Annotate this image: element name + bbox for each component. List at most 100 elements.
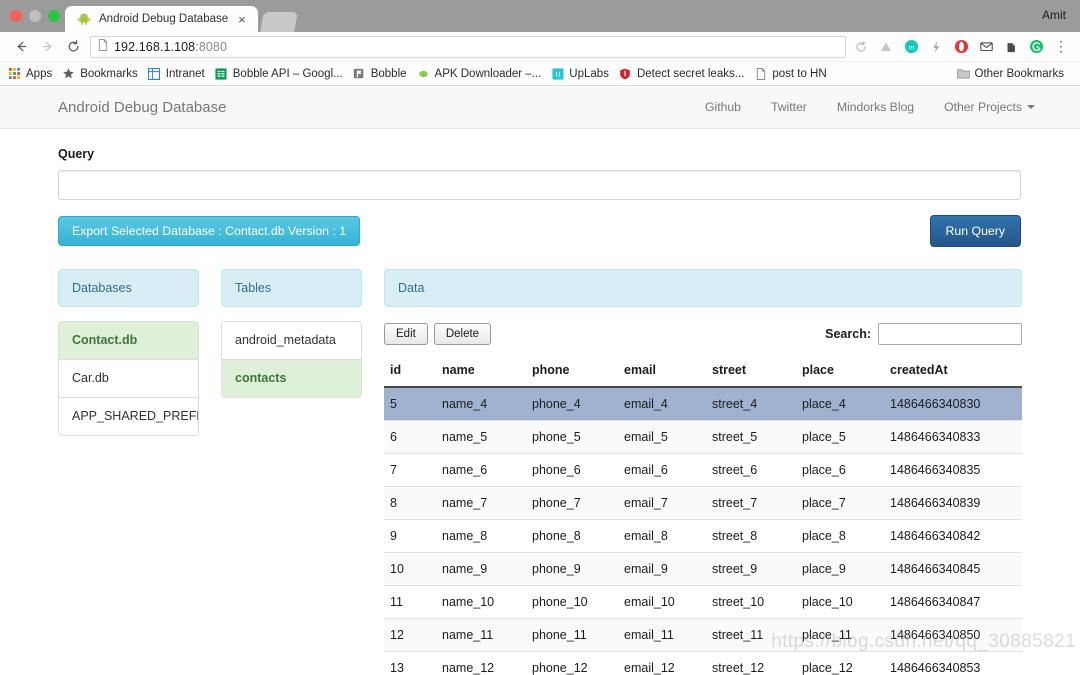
mail-icon[interactable] — [978, 39, 994, 55]
table-row[interactable]: 10 name_9 phone_9 email_9 street_9 place… — [384, 552, 1022, 586]
cell-id: 12 — [384, 618, 436, 652]
table-row[interactable]: 7 name_6 phone_6 email_6 street_6 place_… — [384, 453, 1022, 487]
cell-name: name_6 — [436, 453, 526, 487]
table-row[interactable]: 5 name_4 phone_4 email_4 street_4 place_… — [384, 387, 1022, 421]
table-row[interactable]: 13 name_12 phone_12 email_12 street_12 p… — [384, 651, 1022, 675]
close-tab-icon[interactable]: × — [236, 13, 248, 26]
data-toolbar: Edit Delete Search: — [384, 323, 1022, 345]
url-host: 192.168.1.108 — [114, 39, 196, 54]
bookmark-label: Detect secret leaks... — [636, 67, 745, 80]
database-item-app-shared-preferences[interactable]: APP_SHARED_PREFERENCES — [59, 398, 198, 435]
query-input[interactable] — [58, 170, 1021, 200]
run-query-button[interactable]: Run Query — [929, 215, 1021, 247]
bookmark-bobble[interactable]: Bobble — [351, 67, 415, 80]
cell-street: street_4 — [706, 387, 796, 421]
chrome-menu-icon[interactable]: ⋮ — [1053, 38, 1069, 55]
shield-icon — [619, 67, 632, 80]
nav-link-github[interactable]: Github — [690, 100, 756, 114]
nav-link-mindorks-blog[interactable]: Mindorks Blog — [822, 100, 929, 114]
browser-tab[interactable]: Android Debug Database × — [65, 6, 258, 32]
table-header-row: id name phone email street place created… — [384, 355, 1022, 388]
cell-place: place_6 — [796, 453, 884, 487]
reload-extension-icon[interactable] — [853, 39, 869, 55]
opera-icon[interactable] — [953, 39, 969, 55]
cell-street: street_9 — [706, 552, 796, 586]
cell-id: 11 — [384, 585, 436, 619]
table-row[interactable]: 6 name_5 phone_5 email_5 street_5 place_… — [384, 420, 1022, 454]
new-tab-button[interactable] — [259, 12, 298, 32]
column-header-id[interactable]: id — [384, 355, 436, 388]
data-table: id name phone email street place created… — [384, 355, 1022, 675]
table-item-android-metadata[interactable]: android_metadata — [222, 322, 361, 360]
search-group: Search: — [825, 323, 1022, 345]
table-item-contacts[interactable]: contacts — [222, 359, 361, 397]
table-row[interactable]: 8 name_7 phone_7 email_7 street_7 place_… — [384, 486, 1022, 520]
bookmark-post-to-hn[interactable]: post to HN — [752, 67, 834, 80]
delete-button[interactable]: Delete — [433, 323, 492, 345]
database-item-car-db[interactable]: Car.db — [59, 360, 198, 398]
minimize-window-button[interactable] — [29, 10, 41, 22]
svg-text:m: m — [908, 44, 914, 51]
cell-id: 8 — [384, 486, 436, 520]
databases-list: Contact.db Car.db APP_SHARED_PREFERENCES — [58, 321, 199, 436]
cell-createdat: 1486466340835 — [884, 453, 1022, 487]
bookmark-uplabs[interactable]: U UpLabs — [549, 67, 617, 80]
drive-icon[interactable] — [878, 39, 894, 55]
bookmark-detect-secret-leaks[interactable]: Detect secret leaks... — [617, 67, 752, 80]
grammarly-icon[interactable] — [1028, 39, 1044, 55]
browser-profile-name[interactable]: Amit — [1042, 8, 1066, 22]
table-row[interactable]: 11 name_10 phone_10 email_10 street_10 p… — [384, 585, 1022, 619]
bookmarks-bar: Apps Bookmarks Intranet Bobble API – Goo… — [0, 62, 1080, 86]
search-input[interactable] — [878, 323, 1022, 345]
bookmark-apps[interactable]: Apps — [8, 67, 60, 80]
page-info-icon[interactable] — [98, 39, 108, 54]
bookmark-apk-downloader[interactable]: APK Downloader –... — [415, 67, 550, 80]
column-header-place[interactable]: place — [796, 355, 884, 388]
back-icon[interactable] — [8, 34, 34, 60]
close-window-button[interactable] — [10, 10, 22, 22]
other-bookmarks-folder[interactable]: Other Bookmarks — [955, 67, 1072, 80]
cell-id: 13 — [384, 651, 436, 675]
database-item-contact-db[interactable]: Contact.db — [59, 322, 198, 360]
cell-place: place_12 — [796, 651, 884, 675]
maximize-window-button[interactable] — [48, 10, 60, 22]
extension-icons: m ⋮ — [853, 38, 1072, 55]
cell-phone: phone_10 — [526, 585, 618, 619]
nav-link-other-projects[interactable]: Other Projects — [929, 100, 1050, 114]
data-table-body: 5 name_4 phone_4 email_4 street_4 place_… — [384, 387, 1022, 675]
bookmark-intranet[interactable]: Intranet — [146, 67, 213, 80]
bookmark-bobble-api[interactable]: Bobble API – Googl... — [213, 67, 351, 80]
page-content: Android Debug Database Github Twitter Mi… — [0, 86, 1080, 675]
table-row[interactable]: 12 name_11 phone_11 email_11 street_11 p… — [384, 618, 1022, 652]
edit-button[interactable]: Edit — [384, 323, 428, 345]
cell-name: name_10 — [436, 585, 526, 619]
cell-email: email_8 — [618, 519, 706, 553]
cell-email: email_4 — [618, 387, 706, 421]
cell-phone: phone_7 — [526, 486, 618, 520]
cell-createdat: 1486466340850 — [884, 618, 1022, 652]
window-icon — [148, 67, 161, 80]
cell-street: street_8 — [706, 519, 796, 553]
cell-name: name_5 — [436, 420, 526, 454]
page-title[interactable]: Android Debug Database — [58, 99, 226, 116]
tables-heading: Tables — [221, 269, 362, 307]
cell-phone: phone_6 — [526, 453, 618, 487]
column-header-phone[interactable]: phone — [526, 355, 618, 388]
address-bar[interactable]: 192.168.1.108:8080 — [90, 35, 846, 58]
lightning-icon[interactable] — [928, 39, 944, 55]
column-header-email[interactable]: email — [618, 355, 706, 388]
bookmark-label: Intranet — [165, 67, 205, 80]
cell-id: 9 — [384, 519, 436, 553]
export-database-button[interactable]: Export Selected Database : Contact.db Ve… — [58, 216, 361, 246]
column-header-name[interactable]: name — [436, 355, 526, 388]
bookmark-bookmarks[interactable]: Bookmarks — [60, 67, 146, 80]
window-controls[interactable] — [10, 10, 60, 22]
nav-link-twitter[interactable]: Twitter — [756, 100, 822, 114]
reload-icon[interactable] — [60, 34, 86, 60]
column-header-street[interactable]: street — [706, 355, 796, 388]
star-icon — [62, 67, 75, 80]
evernote-icon[interactable] — [1003, 39, 1019, 55]
table-row[interactable]: 9 name_8 phone_8 email_8 street_8 place_… — [384, 519, 1022, 553]
column-header-createdat[interactable]: createdAt — [884, 355, 1022, 388]
teal-circle-icon[interactable]: m — [903, 39, 919, 55]
